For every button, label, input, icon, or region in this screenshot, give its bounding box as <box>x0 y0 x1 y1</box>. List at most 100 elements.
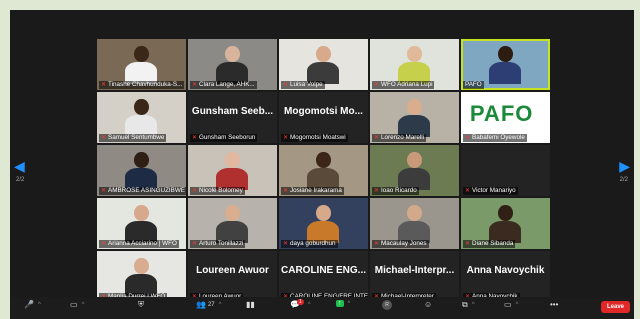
chevron-up-icon[interactable]: ^ <box>472 302 475 308</box>
smiley-icon: ☺ <box>424 300 433 309</box>
chevron-up-icon[interactable]: ^ <box>308 302 311 308</box>
participant-tile[interactable]: ✕ Arturo Tonillazzi <box>188 198 277 249</box>
shield-icon: ⛨ <box>138 300 144 309</box>
page-indicator-left: 2/2 <box>16 177 25 183</box>
participant-tile[interactable]: ✕Manlia Durrei | WFO <box>97 251 186 302</box>
participant-name-label: ✕ Mogomotsi Moatswi <box>281 134 348 142</box>
participant-video <box>215 205 251 243</box>
participant-name-text: Victor Manariyo <box>472 187 516 194</box>
polls-button[interactable]: ▮▮ <box>246 300 255 309</box>
more-button[interactable]: ••• <box>550 300 558 309</box>
participant-display-name: Mogomotsi Mo... <box>284 106 363 117</box>
participant-name-label: ✕ daya goburdhun <box>281 240 338 248</box>
participant-display-name: Anna Navoychik <box>466 265 545 276</box>
video-button[interactable]: ▭ ^ <box>70 300 84 309</box>
muted-microphone-icon: ✕ <box>374 135 380 141</box>
muted-microphone-icon: ✕ <box>283 241 289 247</box>
participant-tile[interactable]: ✕ Diane Sibanda <box>461 198 550 249</box>
participant-name-text: daya goburdhun <box>290 240 336 247</box>
participants-button[interactable]: 👥 27 ^ <box>196 300 221 309</box>
participant-display-name: Gunsham Seeb... <box>191 106 274 117</box>
muted-microphone-icon: ✕ <box>374 188 380 194</box>
participant-name-label: ✕ Samuel Sentumbwe <box>99 134 167 142</box>
participants-count: 27 <box>207 301 215 308</box>
meeting-toolbar: 🎤 ^ ▭ ^ ⛨ 👥 27 ^ ▮▮ 💬 1 ^ ↑ ^ R ☺ ⧉ ^ ▭ … <box>10 297 634 319</box>
apps-button[interactable]: ⧉ ^ <box>462 300 475 310</box>
security-button[interactable]: ⛨ <box>138 300 144 310</box>
microphone-muted-icon: 🎤 <box>24 300 34 309</box>
participant-name-text: Arianna Acciarino | WFO <box>108 240 177 247</box>
muted-microphone-icon: ✕ <box>283 82 289 88</box>
muted-microphone-icon: ✕ <box>101 188 107 194</box>
participant-tile[interactable]: Mogomotsi Mo... ✕ Mogomotsi Moatswi <box>279 92 368 143</box>
participant-tile[interactable]: ✕ Samuel Sentumbwe <box>97 92 186 143</box>
participant-tile[interactable]: PAFO ✕ Babafemi Oyewole <box>461 92 550 143</box>
participant-video <box>397 46 433 84</box>
participant-name-label: ✕ Babafemi Oyewole <box>463 134 527 142</box>
leave-button[interactable]: Leave <box>600 301 630 313</box>
participant-tile[interactable]: Gunsham Seeb... ✕ Gunsham Seeborun <box>188 92 277 143</box>
participant-name-label: ✕ Clara Lange, AHK... <box>190 81 257 89</box>
participant-tile[interactable]: ✕ Lorenzo Marelli <box>370 92 459 143</box>
chevron-up-icon[interactable]: ^ <box>38 302 41 308</box>
participant-name-text: Macaulay Jones <box>381 240 427 247</box>
whiteboard-icon: ▭ <box>504 300 512 309</box>
participant-tile[interactable]: ✕ Ioao Ricardo <box>370 145 459 196</box>
muted-microphone-icon: ✕ <box>465 135 471 141</box>
chevron-up-icon[interactable]: ^ <box>82 302 85 308</box>
participant-video <box>306 46 342 84</box>
participant-tile[interactable]: ✕ Victor Manariyo <box>461 145 550 196</box>
participant-tile[interactable]: ✕ WFO Adriana Lupi <box>370 39 459 90</box>
next-page-arrow[interactable]: ▶ <box>619 158 630 175</box>
zoom-meeting-window: ◀ 2/2 ▶ 2/2 ✕ Tinashe Chavhunduka-S... ✕ Cl… <box>10 10 634 319</box>
participant-tile[interactable]: Loureen Awuor✕Loureen Awuor <box>188 251 277 302</box>
participant-name-label: PAFO <box>463 81 484 89</box>
participant-name-label: ✕ Nicole Bolomey <box>190 187 245 195</box>
participant-tile[interactable]: ✕ Luisa Volpe <box>279 39 368 90</box>
muted-microphone-icon: ✕ <box>192 82 198 88</box>
record-button[interactable]: R <box>382 300 392 310</box>
participant-tile[interactable]: ✕ AMBROSE ASINGUZIBWE <box>97 145 186 196</box>
previous-page-arrow[interactable]: ◀ <box>14 158 25 175</box>
page-indicator-right: 2/2 <box>619 177 628 183</box>
chevron-up-icon[interactable]: ^ <box>348 301 351 307</box>
participant-name-label: ✕ Luisa Volpe <box>281 81 325 89</box>
muted-microphone-icon: ✕ <box>374 241 380 247</box>
share-screen-button[interactable]: ↑ ^ <box>336 300 350 307</box>
record-icon: R <box>382 300 392 310</box>
participant-display-name: Michael-Interpr... <box>374 265 455 276</box>
participant-tile[interactable]: ✕ Tinashe Chavhunduka-S... <box>97 39 186 90</box>
participant-video <box>488 46 524 84</box>
participant-name-label: ✕ Victor Manariyo <box>463 187 518 195</box>
chevron-up-icon[interactable]: ^ <box>516 302 519 308</box>
participant-display-name: Loureen Awuor <box>196 265 269 276</box>
whiteboard-button[interactable]: ▭ ^ <box>504 300 518 309</box>
participant-name-text: Mogomotsi Moatswi <box>290 134 346 141</box>
participant-name-label: ✕ Josiane Irakarama <box>281 187 344 195</box>
participant-name-label: ✕ Ioao Ricardo <box>372 187 419 195</box>
participant-tile[interactable]: ✕ Clara Lange, AHK... <box>188 39 277 90</box>
muted-microphone-icon: ✕ <box>101 135 107 141</box>
chat-button[interactable]: 💬 1 ^ <box>290 298 311 309</box>
participant-tile[interactable]: CAROLINE ENG...✕CAROLINE ENG/FRE INTERP.… <box>279 251 368 302</box>
participant-tile[interactable]: ✕ Josiane Irakarama <box>279 145 368 196</box>
participant-name-text: Lorenzo Marelli <box>381 134 425 141</box>
participant-tile[interactable]: ✕ Macaulay Jones <box>370 198 459 249</box>
participant-name-text: Gunsham Seeborun <box>199 134 256 141</box>
participant-tile[interactable]: ✕ Nicole Bolomey <box>188 145 277 196</box>
participant-tile[interactable]: Michael-Interpr...✕Michael-Interpreter <box>370 251 459 302</box>
participant-name-label: ✕ Diane Sibanda <box>463 240 516 248</box>
participant-video <box>215 46 251 84</box>
mute-button[interactable]: 🎤 ^ <box>24 300 41 309</box>
participant-tile[interactable]: Anna Navoychik✕Anna Navoychik <box>461 251 550 302</box>
muted-microphone-icon: ✕ <box>465 188 471 194</box>
participant-tile[interactable]: PAFO <box>461 39 550 90</box>
participant-name-text: Samuel Sentumbwe <box>108 134 165 141</box>
chevron-up-icon[interactable]: ^ <box>219 302 222 308</box>
participant-tile[interactable]: ✕ daya goburdhun <box>279 198 368 249</box>
muted-microphone-icon: ✕ <box>101 82 107 88</box>
chat-notification-badge: 1 <box>296 298 304 305</box>
reactions-button[interactable]: ☺ <box>424 300 432 309</box>
participant-tile[interactable]: ✕ Arianna Acciarino | WFO <box>97 198 186 249</box>
muted-microphone-icon: ✕ <box>101 241 107 247</box>
